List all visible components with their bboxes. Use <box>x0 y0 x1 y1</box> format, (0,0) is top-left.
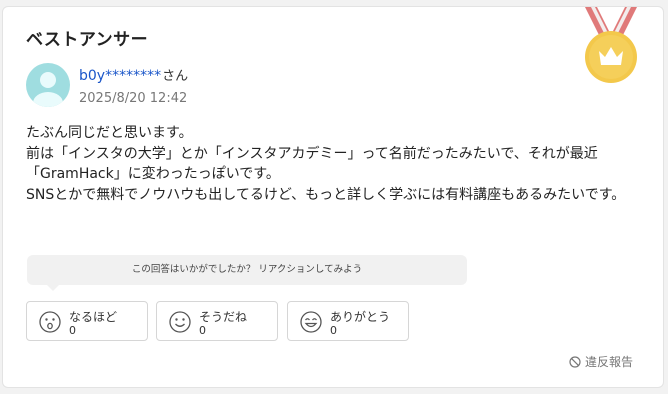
reaction-button-arigatou[interactable]: ありがとう 0 <box>287 301 409 341</box>
answer-line: 前は「インスタの大学」とか「インスタアカデミー」って名前だったみたいで、それが最… <box>26 145 598 183</box>
answer-line: SNSとかで無料でノウハウも出してるけど、もっと詳しく学ぶには有料講座もあるみた… <box>26 186 626 203</box>
report-link[interactable]: 違反報告 <box>569 353 633 370</box>
user-silhouette-icon <box>33 72 63 107</box>
reaction-count: 0 <box>330 324 337 337</box>
post-date: 2025/8/20 12:42 <box>79 91 188 106</box>
answer-body: たぶん同じだと思います。 前は「インスタの大学」とか「インスタアカデミー」って名… <box>26 123 646 205</box>
reaction-count: 0 <box>69 324 76 337</box>
author-name-line: b0y********さん <box>79 65 188 84</box>
report-label: 違反報告 <box>584 355 633 369</box>
reaction-label: ありがとう <box>330 310 391 324</box>
reaction-label: なるほど <box>69 310 118 324</box>
surprised-face-icon <box>39 311 61 333</box>
crown-medal-icon <box>585 7 637 83</box>
prohibited-icon <box>569 355 581 368</box>
author-name-link[interactable]: b0y******** <box>79 68 161 84</box>
answer-line: たぶん同じだと思います。 <box>26 125 193 141</box>
reaction-prompt: この回答はいかがでしたか？ リアクションしてみよう <box>27 255 467 291</box>
author-suffix: さん <box>162 69 189 84</box>
avatar[interactable] <box>26 63 70 107</box>
section-title: ベストアンサー <box>26 30 149 50</box>
reaction-button-soudane[interactable]: そうだね 0 <box>156 301 278 341</box>
reaction-label: そうだね <box>199 310 248 324</box>
best-answer-card: ベストアンサー b0y********さん 2025/8/20 12:42 たぶ… <box>2 6 664 388</box>
smile-face-icon <box>169 311 191 333</box>
grin-face-icon <box>300 311 322 333</box>
reaction-button-naruhodo[interactable]: なるほど 0 <box>26 301 148 341</box>
reaction-count: 0 <box>199 324 206 337</box>
